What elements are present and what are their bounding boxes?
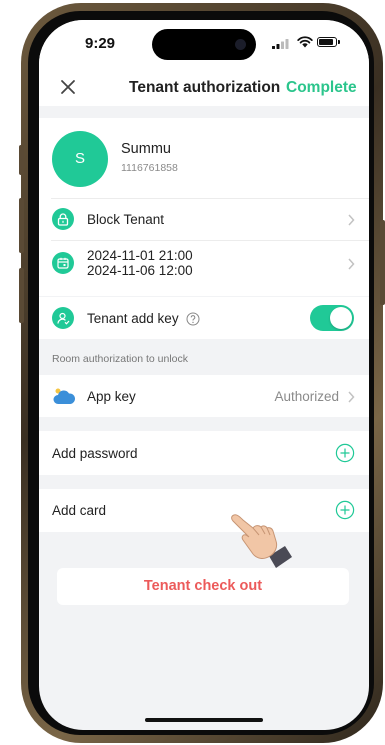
side-button-volume-down xyxy=(19,268,24,323)
user-key-icon xyxy=(52,307,74,329)
status-time: 9:29 xyxy=(85,35,116,52)
app-key-label: App key xyxy=(87,389,136,404)
unlock-section-label: Room authorization to unlock xyxy=(52,353,188,365)
lock-icon xyxy=(52,208,74,230)
app-key-status: Authorized xyxy=(274,389,339,404)
add-card-label: Add card xyxy=(52,503,107,518)
dynamic-island xyxy=(152,29,256,60)
side-button-volume-up xyxy=(19,198,24,253)
battery-icon xyxy=(317,37,340,47)
avatar: S xyxy=(52,131,108,187)
block-tenant-label: Block Tenant xyxy=(87,212,165,227)
camera-icon xyxy=(235,39,246,50)
tenant-check-out-button[interactable]: Tenant check out xyxy=(57,568,349,605)
chevron-right-icon xyxy=(348,391,355,403)
user-row[interactable]: S Summu 1116761858 xyxy=(39,118,369,198)
close-icon[interactable] xyxy=(57,76,79,98)
tenant-add-key-label: Tenant add key xyxy=(87,311,179,326)
nav-bar: Tenant authorization Complete xyxy=(39,70,369,106)
period-end: 2024-11-06 12:00 xyxy=(87,263,193,278)
add-card-row[interactable]: Add card xyxy=(39,489,369,532)
cloud-icon xyxy=(53,388,76,404)
side-button-action xyxy=(19,145,24,175)
add-password-label: Add password xyxy=(52,446,138,461)
plus-circle-icon[interactable] xyxy=(335,500,355,520)
side-button-power xyxy=(380,220,385,305)
signal-icon xyxy=(272,39,289,49)
help-icon[interactable] xyxy=(186,312,200,326)
screen: 9:29 Tenant authorization Complete S Sum… xyxy=(39,20,369,730)
user-card: S Summu 1116761858 Block Tenant 2024-11-… xyxy=(39,118,369,296)
tenant-add-key-toggle[interactable] xyxy=(310,305,354,331)
period-start: 2024-11-01 21:00 xyxy=(87,248,193,263)
add-password-row[interactable]: Add password xyxy=(39,431,369,475)
wifi-icon xyxy=(297,36,313,48)
calendar-icon xyxy=(52,252,74,274)
pointing-hand-icon xyxy=(231,514,292,568)
plus-circle-icon[interactable] xyxy=(335,443,355,463)
complete-button[interactable]: Complete xyxy=(286,79,357,97)
chevron-right-icon xyxy=(348,214,355,226)
tenant-add-key-row: Tenant add key xyxy=(39,297,369,339)
app-key-row[interactable]: App key Authorized xyxy=(39,375,369,417)
user-name: Summu xyxy=(121,141,171,157)
user-phone: 1116761858 xyxy=(121,162,178,174)
chevron-right-icon xyxy=(348,258,355,270)
home-indicator xyxy=(145,718,263,722)
block-tenant-row[interactable]: Block Tenant xyxy=(39,199,369,240)
validity-period-row[interactable]: 2024-11-01 21:00 2024-11-06 12:00 xyxy=(39,241,369,285)
status-bar: 9:29 xyxy=(39,20,369,70)
page-title: Tenant authorization xyxy=(129,79,281,96)
